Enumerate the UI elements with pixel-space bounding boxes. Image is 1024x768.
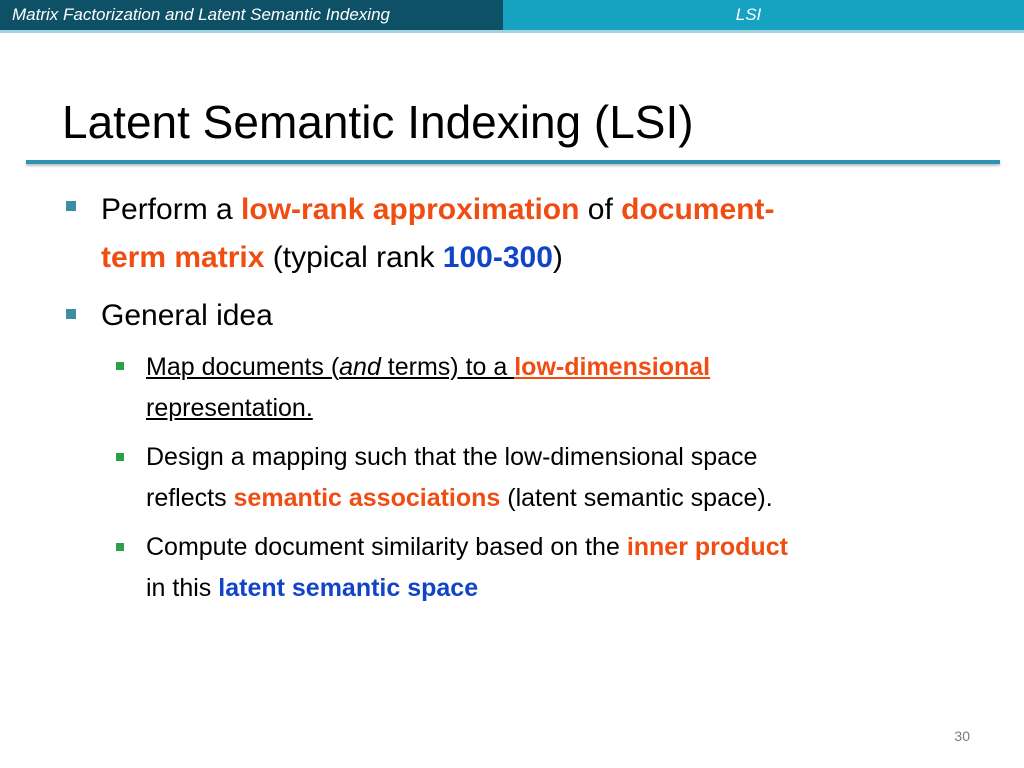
sub-bullet-square-icon (116, 543, 124, 551)
text-close-paren: ) (552, 241, 563, 274)
text-latent-semantic-space-paren: (latent semantic space). (500, 484, 773, 512)
text-typical-rank: (typical rank (264, 241, 443, 274)
text-map-documents: Map documents ( (146, 353, 340, 381)
bullet-square-icon (66, 309, 76, 319)
sub-bullet-3-line-2: in this latent semantic space (146, 571, 478, 605)
text-perform: Perform a (101, 193, 242, 226)
text-reflects: reflects (146, 484, 234, 512)
sub-bullet-1-line-1: Map documents (and terms) to a low-dimen… (146, 350, 710, 384)
page-number: 30 (954, 728, 970, 744)
sub-bullet-3-line-1: Compute document similarity based on the… (146, 530, 788, 564)
bullet-1-line-1: Perform a low-rank approximation of docu… (101, 190, 774, 230)
bullet-2-line: General idea (101, 299, 273, 332)
text-of: of (579, 193, 622, 226)
text-in-this: in this (146, 574, 219, 602)
sub-bullet-square-icon (116, 362, 124, 370)
text-compute-similarity: Compute document similarity based on the (146, 533, 627, 561)
bullet-square-icon (66, 201, 76, 211)
highlight-latent-semantic-space: latent semantic space (218, 574, 479, 602)
slide-content: Perform a low-rank approximation of docu… (0, 0, 1024, 768)
text-terms: terms) to a (380, 353, 515, 381)
sub-bullet-2-line-1: Design a mapping such that the low-dimen… (146, 443, 758, 471)
sub-bullet-square-icon (116, 453, 124, 461)
highlight-inner-product: inner product (626, 533, 788, 561)
text-and: and (339, 353, 381, 381)
highlight-document-term-2: term matrix (101, 241, 265, 274)
sub-bullet-1-line-2: representation. (146, 391, 313, 425)
text-representation: representation. (146, 394, 313, 422)
highlight-semantic-associations: semantic associations (233, 484, 501, 512)
bullet-1-line-2: term matrix (typical rank 100-300) (101, 238, 563, 278)
highlight-document-term-1: document- (621, 193, 775, 226)
highlight-rank-range: 100-300 (442, 241, 553, 274)
highlight-low-rank: low-rank approximation (241, 193, 580, 226)
highlight-low-dimensional: low-dimensional (514, 353, 711, 381)
sub-bullet-2-line-2: reflects semantic associations (latent s… (146, 481, 773, 515)
